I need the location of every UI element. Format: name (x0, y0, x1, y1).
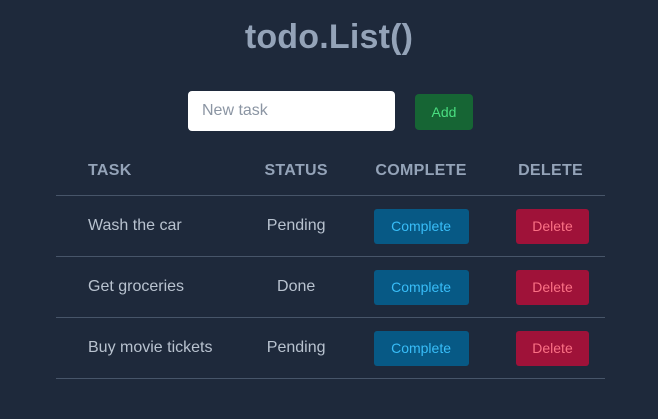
table-row: Buy movie tickets Pending Complete Delet… (56, 317, 605, 379)
complete-button[interactable]: Complete (373, 330, 469, 366)
complete-cell: Complete (360, 195, 482, 257)
delete-button[interactable]: Delete (516, 330, 589, 366)
task-name: Wash the car (56, 195, 232, 257)
table-row: Get groceries Done Complete Delete (56, 256, 605, 318)
complete-button[interactable]: Complete (373, 269, 469, 305)
task-table-body: Wash the car Pending Complete Delete Get… (56, 195, 605, 379)
new-task-input[interactable] (188, 91, 395, 131)
delete-cell: Delete (481, 195, 605, 257)
task-name: Get groceries (56, 256, 232, 318)
delete-button[interactable]: Delete (516, 208, 589, 244)
column-header-status: STATUS (231, 147, 361, 196)
complete-cell: Complete (360, 317, 482, 379)
delete-cell: Delete (481, 317, 605, 379)
task-status: Pending (231, 317, 361, 379)
column-header-task: TASK (56, 147, 232, 196)
complete-cell: Complete (360, 256, 482, 318)
column-header-complete: COMPLETE (360, 147, 482, 196)
task-name: Buy movie tickets (56, 317, 232, 379)
page-title: todo.List() (244, 18, 414, 56)
column-header-delete: DELETE (481, 147, 605, 196)
task-status: Done (231, 256, 361, 318)
task-status: Pending (231, 195, 361, 257)
delete-button[interactable]: Delete (516, 269, 589, 305)
complete-button[interactable]: Complete (373, 208, 469, 244)
add-button[interactable]: Add (415, 94, 473, 130)
table-row: Wash the car Pending Complete Delete (56, 195, 605, 257)
task-table: TASK STATUS COMPLETE DELETE Wash the car… (56, 147, 605, 379)
delete-cell: Delete (481, 256, 605, 318)
task-table-header: TASK STATUS COMPLETE DELETE (56, 147, 605, 196)
header-row: TASK STATUS COMPLETE DELETE (56, 147, 605, 196)
